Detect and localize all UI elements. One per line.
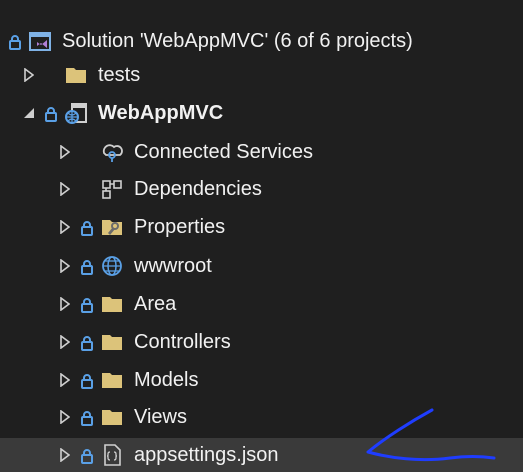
chevron-right-icon[interactable]: [58, 372, 72, 388]
folder-icon: [64, 64, 88, 86]
tree-item-label: wwwroot: [134, 255, 212, 277]
tree-item-connected-services[interactable]: Connected Services: [0, 135, 523, 169]
chevron-right-icon[interactable]: [58, 258, 72, 274]
tree-item-label: Properties: [134, 216, 226, 238]
tree-item-label: appsettings.json: [134, 444, 279, 466]
tree-item-label: WebAppMVC: [98, 102, 224, 124]
properties-folder-icon: [100, 216, 124, 238]
chevron-right-icon[interactable]: [58, 296, 72, 312]
lock-icon: [8, 33, 22, 50]
connected-services-icon: [100, 141, 124, 163]
tree-item-label: Views: [134, 406, 187, 428]
chevron-right-icon[interactable]: [58, 409, 72, 425]
lock-icon: [80, 409, 94, 426]
tree-item-label: Models: [134, 369, 199, 391]
tree-item-label: Connected Services: [134, 141, 313, 163]
folder-icon: [100, 331, 124, 353]
tree-item-label: tests: [98, 64, 141, 86]
chevron-right-icon[interactable]: [58, 219, 72, 235]
chevron-right-icon[interactable]: [22, 67, 36, 83]
lock-icon: [80, 296, 94, 313]
tree-item-dependencies[interactable]: Dependencies: [0, 172, 523, 206]
chevron-right-icon[interactable]: [58, 144, 72, 160]
lock-icon: [80, 447, 94, 464]
chevron-right-icon[interactable]: [58, 334, 72, 350]
lock-icon: [80, 334, 94, 351]
lock-icon: [80, 372, 94, 389]
dependencies-icon: [100, 178, 124, 200]
globe-icon: [100, 255, 124, 277]
lock-icon: [44, 105, 58, 122]
tree-item-controllers[interactable]: Controllers: [0, 325, 523, 359]
json-file-icon: [100, 444, 124, 466]
folder-icon: [100, 406, 124, 428]
tree-item-tests[interactable]: tests: [0, 58, 523, 92]
lock-icon: [80, 258, 94, 275]
solution-icon: [28, 30, 52, 52]
tree-item-label: Area: [134, 293, 177, 315]
chevron-right-icon[interactable]: [58, 181, 72, 197]
chevron-right-icon[interactable]: [58, 447, 72, 463]
lock-icon: [80, 219, 94, 236]
tree-item-appsettings-json[interactable]: appsettings.json: [0, 438, 523, 472]
folder-icon: [100, 369, 124, 391]
folder-icon: [100, 293, 124, 315]
tree-item-label: Dependencies: [134, 178, 262, 200]
tree-item-area[interactable]: Area: [0, 287, 523, 321]
tree-item-wwwroot[interactable]: wwwroot: [0, 249, 523, 283]
tree-item-project[interactable]: WebAppMVC: [0, 96, 523, 130]
solution-explorer-tree: Solution 'WebAppMVC' (6 of 6 projects) t…: [0, 0, 523, 472]
tree-item-properties[interactable]: Properties: [0, 210, 523, 244]
tree-item-views[interactable]: Views: [0, 400, 523, 434]
project-icon: [64, 102, 88, 124]
tree-item-models[interactable]: Models: [0, 363, 523, 397]
tree-item-solution[interactable]: Solution 'WebAppMVC' (6 of 6 projects): [0, 24, 523, 58]
tree-item-label: Solution 'WebAppMVC' (6 of 6 projects): [62, 30, 413, 52]
tree-item-label: Controllers: [134, 331, 231, 353]
chevron-down-icon[interactable]: [22, 105, 36, 121]
